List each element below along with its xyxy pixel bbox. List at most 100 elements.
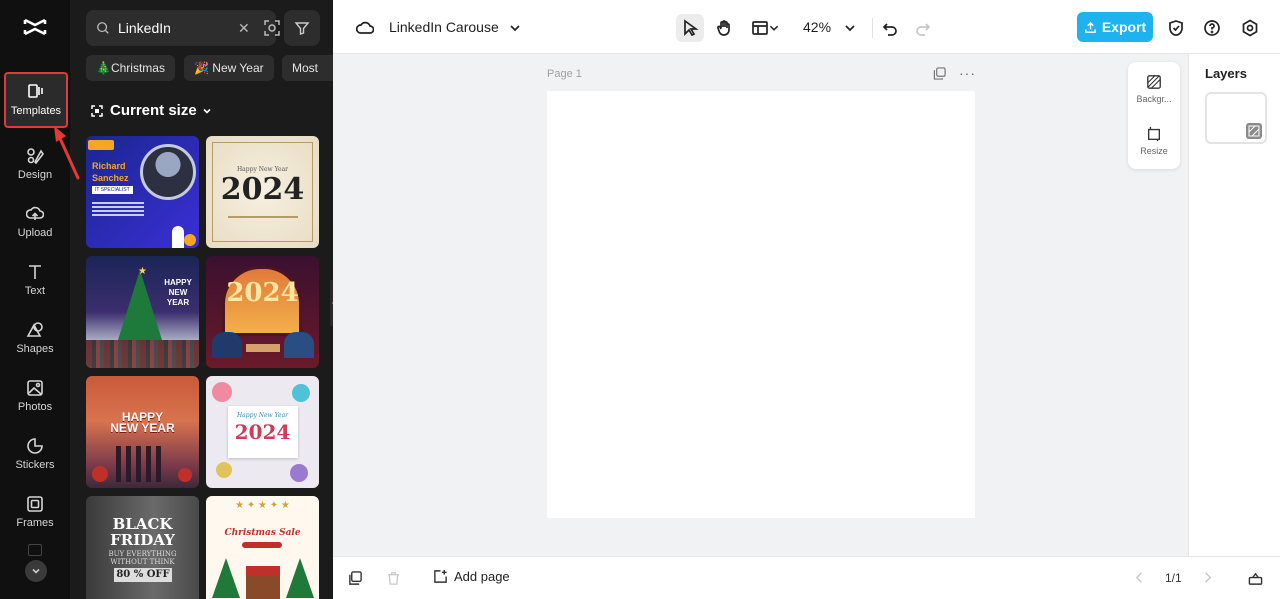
background-tool[interactable]: Backgr...	[1128, 74, 1180, 104]
frames-more-icon	[28, 544, 42, 556]
resize-tool-label: Resize	[1140, 146, 1168, 156]
rail-photos[interactable]: Photos	[0, 368, 70, 424]
background-icon	[1147, 75, 1161, 89]
add-page-button[interactable]: Add page	[433, 569, 510, 584]
rail-more-button[interactable]	[25, 560, 47, 582]
search-value: LinkedIn	[118, 20, 171, 36]
rail-shapes[interactable]: Shapes	[0, 310, 70, 366]
delete-page-icon[interactable]	[386, 571, 401, 586]
add-page-icon	[434, 569, 447, 583]
templates-panel: LinkedIn ✕ 🎄Christmas 🎉 New Year Most Cu…	[70, 0, 333, 599]
hand-tool-button[interactable]	[710, 14, 738, 42]
undo-icon[interactable]	[876, 14, 904, 42]
copy-page-icon[interactable]	[348, 571, 363, 586]
rail-upload-label: Upload	[17, 227, 53, 239]
background-layer-icon	[1246, 123, 1262, 139]
zoom-level[interactable]: 42%	[803, 19, 831, 35]
page-label: Page 1	[547, 68, 582, 80]
chevron-down-icon	[203, 108, 211, 114]
layer-thumbnail[interactable]	[1205, 92, 1267, 144]
search-icon	[97, 22, 109, 34]
add-page-label: Add page	[454, 569, 510, 584]
search-input[interactable]: LinkedIn ✕	[86, 10, 280, 46]
resize-icon	[1148, 126, 1160, 142]
rail-stickers[interactable]: Stickers	[0, 426, 70, 482]
export-label: Export	[1101, 19, 1147, 35]
duplicate-page-icon[interactable]	[933, 67, 946, 80]
resize-tool[interactable]: Resize	[1128, 126, 1180, 156]
thumb-bf-tagline: BUY EVERYTHING WITHOUT THINK	[108, 550, 177, 566]
thumb-year-word: YEAR	[166, 298, 190, 307]
help-icon[interactable]	[1198, 14, 1226, 42]
filter-button[interactable]	[284, 10, 320, 46]
thumb-christmas-sale: Christmas Sale	[224, 528, 301, 538]
rail-templates-label: Templates	[10, 105, 62, 117]
thumb-year: 2024	[220, 172, 305, 207]
template-thumb-new-year-cream[interactable]: Happy New Year 2024	[206, 136, 319, 248]
rail-frames-label: Frames	[16, 517, 54, 529]
template-thumb-christmas-sale[interactable]: ★ ✦ ★ ✦ ★ Christmas Sale	[206, 496, 319, 599]
thumb-black: BLACK	[112, 515, 173, 533]
rail-text[interactable]: Text	[0, 252, 70, 308]
export-icon	[1084, 21, 1096, 33]
thumb-new: NEW	[168, 288, 188, 297]
annotation-arrow	[54, 126, 80, 180]
thumb-happy: HAPPY	[164, 278, 192, 287]
canvas-area[interactable]: Page 1 ··· Backgr... Resize	[333, 54, 1188, 556]
chevron-down-icon[interactable]	[766, 14, 782, 42]
floating-toolbar: Backgr... Resize	[1128, 62, 1180, 169]
chip-christmas[interactable]: 🎄Christmas	[86, 55, 175, 81]
more-options-icon[interactable]: ···	[959, 65, 976, 81]
rail-templates[interactable]: Templates	[4, 72, 68, 128]
select-tool-button[interactable]	[676, 14, 704, 42]
close-icon[interactable]: ✕	[238, 20, 250, 37]
chip-new-year[interactable]: 🎉 New Year	[184, 55, 274, 81]
cloud-icon[interactable]	[351, 14, 379, 42]
chevron-down-icon[interactable]	[836, 14, 864, 42]
capcut-logo[interactable]	[22, 14, 48, 40]
current-size-label: Current size	[110, 102, 197, 119]
template-thumb-happy-new-year-tree[interactable]: ★ HAPPY NEW YEAR	[86, 256, 199, 368]
template-thumb-black-friday[interactable]: BLACK FRIDAY BUY EVERYTHING WITHOUT THIN…	[86, 496, 199, 599]
chevron-down-icon[interactable]	[501, 14, 529, 42]
rail-photos-label: Photos	[17, 401, 53, 413]
thumb-person-name: Richard Sanchez	[92, 161, 129, 183]
thumb-year: 2024	[234, 420, 291, 444]
rail-design-label: Design	[17, 169, 53, 181]
thumb-new-year: NEW YEAR	[110, 421, 175, 435]
rail-upload[interactable]: Upload	[0, 194, 70, 250]
template-thumb-2024-window[interactable]: 2024	[206, 256, 319, 368]
export-button[interactable]: Export	[1077, 12, 1153, 42]
prev-page-icon[interactable]	[1133, 571, 1146, 584]
cursor-icon	[684, 19, 699, 37]
layers-title: Layers	[1205, 66, 1247, 81]
thumb-profile-photo	[140, 144, 196, 200]
shield-icon[interactable]	[1162, 14, 1190, 42]
rail-frames[interactable]: Frames	[0, 484, 70, 540]
next-page-icon[interactable]	[1201, 571, 1214, 584]
page-count: 1/1	[1165, 571, 1182, 585]
rail-text-label: Text	[24, 285, 46, 297]
canvas-page[interactable]	[547, 91, 975, 518]
thumb-greeting: Happy New Year	[236, 412, 289, 419]
redo-icon[interactable]	[909, 14, 937, 42]
background-tool-label: Backgr...	[1136, 94, 1172, 104]
settings-gear-icon[interactable]	[1236, 14, 1264, 42]
thumb-year: 2024	[226, 278, 299, 308]
chevron-down-icon	[32, 568, 40, 574]
layers-panel: Layers	[1188, 54, 1280, 556]
thumb-person-title: IT SPECIALIST	[92, 186, 133, 194]
document-title[interactable]: LinkedIn Carouse	[389, 19, 499, 35]
template-thumb-linkedin-profile[interactable]: Richard Sanchez IT SPECIALIST	[86, 136, 199, 248]
chip-most[interactable]: Most	[282, 55, 333, 81]
page-panel-toggle-icon[interactable]	[1248, 571, 1263, 586]
image-search-icon[interactable]	[263, 19, 281, 37]
current-size-dropdown[interactable]: Current size	[90, 102, 219, 119]
thumb-bf-discount: 80 % OFF	[114, 568, 172, 582]
template-thumb-happy-new-year-street[interactable]: HAPPY NEW YEAR	[86, 376, 199, 488]
left-rail: Templates Design Upload Text Shapes Phot…	[0, 0, 70, 599]
bottom-bar: Add page 1/1	[333, 556, 1280, 599]
thumb-friday: FRIDAY	[110, 531, 175, 549]
template-thumb-2024-card[interactable]: Happy New Year 2024	[206, 376, 319, 488]
size-icon	[91, 104, 103, 117]
